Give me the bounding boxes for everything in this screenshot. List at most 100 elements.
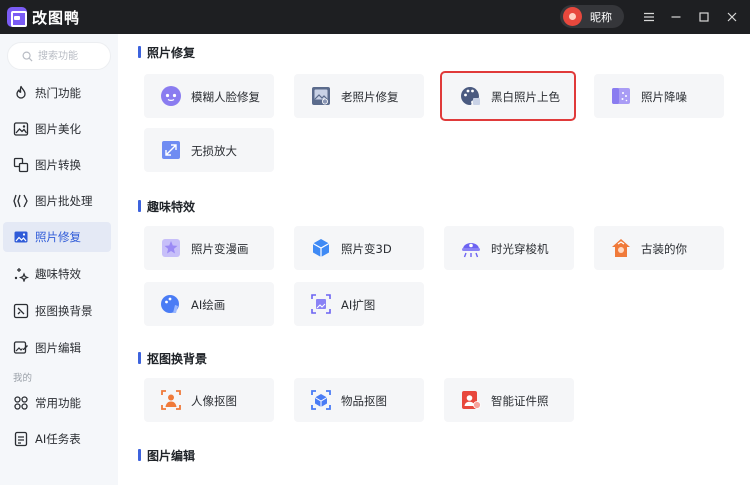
cutout-icon	[13, 303, 29, 319]
maximize-button[interactable]	[693, 6, 715, 28]
sidebar-item-hot[interactable]: 热门功能	[3, 78, 111, 108]
card-label: 古装的你	[641, 242, 687, 256]
sidebar-item-label: 图片美化	[35, 122, 81, 136]
card-label: 无损放大	[191, 144, 237, 158]
card-comic[interactable]: 照片变漫画	[144, 226, 274, 270]
image-edit-icon	[13, 340, 29, 356]
menu-button[interactable]	[638, 6, 660, 28]
sidebar-item-convert[interactable]: 图片转换	[3, 150, 111, 180]
maximize-icon	[699, 12, 709, 22]
card-id-photo[interactable]: 智能证件照	[444, 378, 574, 422]
card-ai-expand[interactable]: AI扩图	[294, 282, 424, 326]
card-time-machine[interactable]: 时光穿梭机	[444, 226, 574, 270]
section-title-image-edit: 图片编辑	[138, 446, 195, 464]
card-portrait-cutout[interactable]: 人像抠图	[144, 378, 274, 422]
section-title-photo-repair: 照片修复	[138, 43, 195, 61]
sidebar-item-label: 图片批处理	[35, 194, 93, 208]
search-icon	[22, 51, 33, 62]
sidebar-item-edit[interactable]: 图片编辑	[3, 333, 111, 363]
section-title-text: 抠图换背景	[147, 351, 208, 366]
card-label: 物品抠图	[341, 394, 387, 408]
card-object-cutout[interactable]: 物品抠图	[294, 378, 424, 422]
app-title: 改图鸭	[32, 9, 81, 27]
sidebar-item-effects[interactable]: 趣味特效	[3, 259, 111, 289]
main-content: 照片修复 模糊人脸修复 老照片修复 黑白照片上色 照片降噪 无损放大 趣味特效	[118, 34, 750, 485]
comic-icon	[160, 237, 182, 259]
sidebar-item-label: 趣味特效	[35, 267, 81, 281]
card-colorize[interactable]: 黑白照片上色	[440, 71, 576, 121]
sidebar-item-label: 照片修复	[35, 230, 81, 244]
card-label: 老照片修复	[341, 90, 399, 104]
avatar	[563, 7, 582, 26]
search-input[interactable]	[38, 49, 108, 64]
section-accent-bar	[138, 449, 141, 461]
sidebar-item-favorites[interactable]: 常用功能	[3, 388, 111, 418]
id-photo-icon	[460, 389, 482, 411]
sidebar-item-label: 图片转换	[35, 158, 81, 172]
sidebar-item-label: 图片编辑	[35, 341, 81, 355]
section-title-text: 趣味特效	[147, 199, 196, 214]
sidebar-item-ai-tasks[interactable]: AI任务表	[3, 424, 111, 454]
card-label: 照片降噪	[641, 90, 687, 104]
ai-expand-icon	[310, 293, 332, 315]
ai-paint-icon	[160, 293, 182, 315]
section-title-text: 图片编辑	[147, 448, 196, 463]
sparkle-icon	[13, 266, 30, 283]
sidebar-section-mine: 我的	[13, 373, 33, 384]
card-label: 人像抠图	[191, 394, 237, 408]
flame-icon	[13, 85, 29, 101]
user-profile-button[interactable]: 昵称	[560, 5, 624, 28]
card-old-photo[interactable]: 老照片修复	[294, 74, 424, 118]
section-accent-bar	[138, 200, 141, 212]
card-ancient-costume[interactable]: 古装的你	[594, 226, 724, 270]
card-enlarge[interactable]: 无损放大	[144, 128, 274, 172]
palette-icon	[459, 85, 481, 107]
old-photo-icon	[310, 85, 332, 107]
image-beautify-icon	[13, 121, 29, 137]
denoise-icon	[610, 85, 632, 107]
sidebar-item-photo-repair[interactable]: 照片修复	[3, 222, 111, 252]
grid-icon	[13, 395, 29, 411]
card-denoise[interactable]: 照片降噪	[594, 74, 724, 118]
section-title-fun-effects: 趣味特效	[138, 197, 195, 215]
task-list-icon	[13, 431, 29, 447]
ancient-costume-icon	[610, 237, 632, 259]
image-convert-icon	[13, 157, 29, 173]
user-nickname: 昵称	[590, 11, 612, 24]
card-label: 模糊人脸修复	[191, 90, 260, 104]
section-title-cutout: 抠图换背景	[138, 349, 207, 367]
enlarge-icon	[160, 139, 182, 161]
sidebar-item-batch[interactable]: 图片批处理	[3, 186, 111, 216]
sidebar-item-label: 抠图换背景	[35, 304, 93, 318]
card-label: 黑白照片上色	[491, 90, 560, 104]
time-machine-icon	[460, 237, 482, 259]
card-face-repair[interactable]: 模糊人脸修复	[144, 74, 274, 118]
card-ai-paint[interactable]: AI绘画	[144, 282, 274, 326]
card-label: 时光穿梭机	[491, 242, 549, 256]
card-3d[interactable]: 照片变3D	[294, 226, 424, 270]
minimize-icon	[671, 16, 681, 18]
hamburger-icon	[644, 12, 654, 22]
section-accent-bar	[138, 46, 141, 58]
sidebar-item-label: 热门功能	[35, 86, 81, 100]
card-label: 照片变漫画	[191, 242, 249, 256]
sidebar-item-label: AI任务表	[35, 432, 81, 446]
cube-icon	[310, 237, 332, 259]
sidebar-item-beautify[interactable]: 图片美化	[3, 114, 111, 144]
portrait-cutout-icon	[160, 389, 182, 411]
close-icon	[727, 12, 737, 22]
object-cutout-icon	[310, 389, 332, 411]
card-label: AI绘画	[191, 298, 226, 312]
section-accent-bar	[138, 352, 141, 364]
photo-repair-icon	[13, 229, 29, 245]
app-logo-icon	[7, 7, 27, 27]
minimize-button[interactable]	[665, 6, 687, 28]
search-box[interactable]	[7, 42, 111, 70]
card-label: AI扩图	[341, 298, 376, 312]
sidebar-item-cutout[interactable]: 抠图换背景	[3, 296, 111, 326]
close-button[interactable]	[721, 6, 743, 28]
face-repair-icon	[160, 85, 182, 107]
sidebar: 热门功能 图片美化 图片转换 图片批处理 照片修复 趣味特效 抠	[0, 34, 118, 485]
batch-icon	[13, 193, 29, 209]
title-bar: 改图鸭 昵称	[0, 0, 750, 34]
